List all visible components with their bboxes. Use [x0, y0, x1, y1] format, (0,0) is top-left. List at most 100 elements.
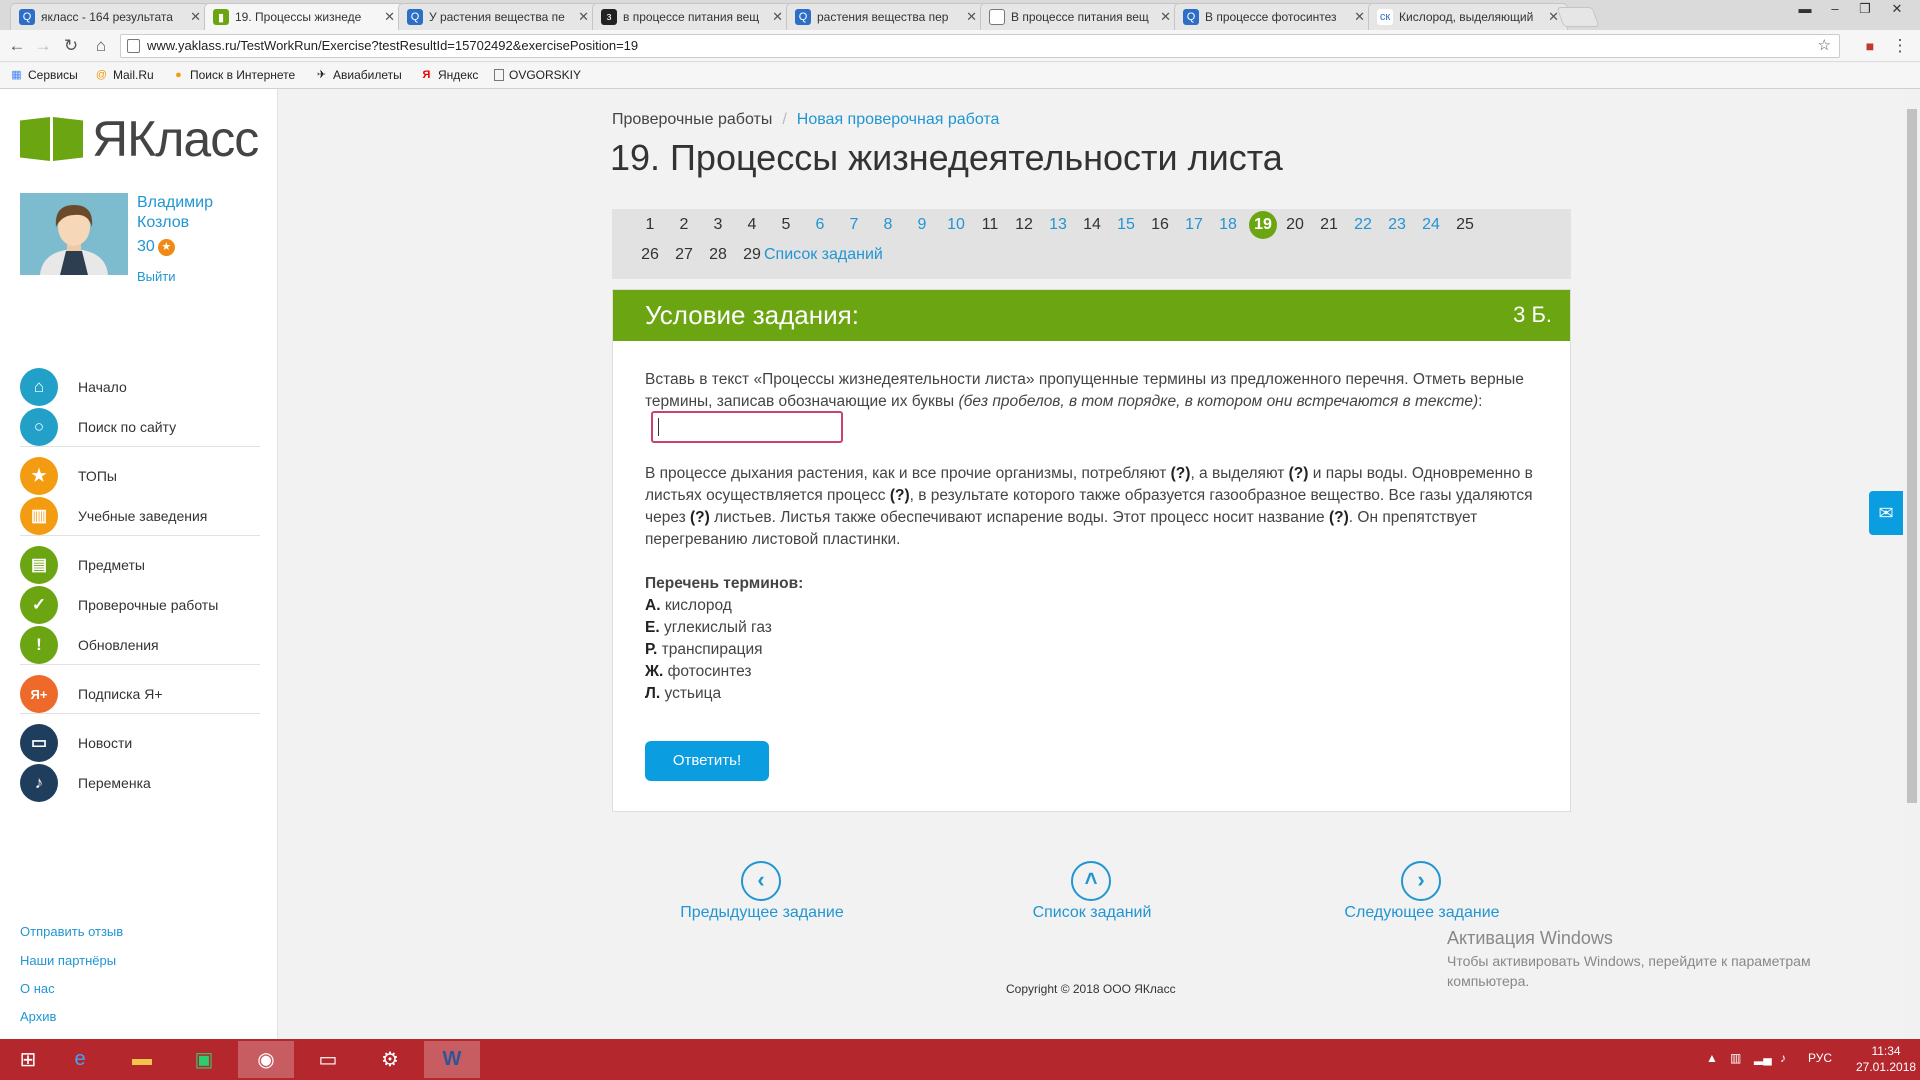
sidebar-item[interactable]: ! Обновления	[20, 625, 260, 665]
pager-task-link[interactable]: 26	[637, 242, 663, 268]
tab-close-icon[interactable]: ✕	[190, 9, 201, 25]
sidebar-item[interactable]: ⌂ Начало	[20, 367, 260, 407]
tab-close-icon[interactable]: ✕	[1354, 9, 1365, 25]
image-viewer-icon[interactable]: ▭	[300, 1041, 356, 1078]
prev-task-link[interactable]: Предыдущее задание	[652, 904, 872, 922]
pager-task-link[interactable]: 9	[909, 212, 935, 238]
bookmark-search[interactable]: ● Поиск в Интернете	[172, 68, 295, 82]
task-list-bottom-link[interactable]: Список заданий	[982, 904, 1202, 922]
pager-task-link[interactable]: 27	[671, 242, 697, 268]
pager-task-link[interactable]: 15	[1113, 212, 1139, 238]
bookmark-star-icon[interactable]: ☆	[1818, 35, 1831, 57]
menu-dots-icon[interactable]: ⋮	[1890, 36, 1910, 56]
logout-link[interactable]: Выйти	[137, 269, 176, 284]
archive-link[interactable]: Архив	[20, 1009, 56, 1024]
tray-arrow-icon[interactable]: ▲	[1706, 1051, 1718, 1065]
mail-feedback-icon[interactable]: ✉	[1869, 491, 1903, 535]
sidebar-item[interactable]: ✓ Проверочные работы	[20, 585, 260, 625]
pager-task-link[interactable]: 14	[1079, 212, 1105, 238]
bookmark-services[interactable]: ▦ Сервисы	[10, 68, 77, 82]
sidebar-item[interactable]: ▥ Учебные заведения	[20, 496, 260, 536]
pager-task-link[interactable]: 4	[739, 212, 765, 238]
submit-answer-button[interactable]: Ответить!	[645, 741, 769, 781]
yaklass-logo[interactable]: ЯКласс	[20, 114, 259, 164]
store-icon[interactable]: ▣	[176, 1041, 232, 1078]
feedback-link[interactable]: Отправить отзыв	[20, 924, 123, 939]
sidebar-item[interactable]: ▭ Новости	[20, 723, 260, 763]
browser-tab[interactable]: QУ растения вещества пе ✕	[398, 3, 598, 30]
pager-task-link[interactable]: 16	[1147, 212, 1173, 238]
browser-tab[interactable]: ▮ 19. Процессы жизнеде ✕	[204, 3, 404, 30]
home-icon[interactable]: ⌂	[91, 36, 111, 56]
about-link[interactable]: О нас	[20, 981, 55, 996]
sidebar-item[interactable]: Я+ Подписка Я+	[20, 674, 260, 714]
pager-task-link[interactable]: 8	[875, 212, 901, 238]
pager-task-link[interactable]: 2	[671, 212, 697, 238]
pager-task-link[interactable]: 22	[1350, 212, 1376, 238]
browser-tab[interactable]: зв процессе питания вещ ✕	[592, 3, 792, 30]
word-icon[interactable]: W	[424, 1041, 480, 1078]
pager-task-link[interactable]: 5	[773, 212, 799, 238]
pager-task-link[interactable]: 23	[1384, 212, 1410, 238]
pager-task-link[interactable]: 24	[1418, 212, 1444, 238]
breadcrumb-new-test[interactable]: Новая проверочная работа	[797, 111, 1000, 128]
sidebar-item[interactable]: ▤ Предметы	[20, 545, 260, 585]
restore-button[interactable]: ❐	[1850, 0, 1880, 20]
pager-task-link[interactable]: 29	[739, 242, 765, 268]
task-list-icon[interactable]: ˄	[1071, 861, 1111, 901]
pager-task-link[interactable]: 19	[1249, 211, 1277, 239]
user-icon[interactable]: ▬	[1790, 0, 1820, 20]
pager-task-link[interactable]: 21	[1316, 212, 1342, 238]
pager-task-link[interactable]: 25	[1452, 212, 1478, 238]
task-list-link[interactable]: Список заданий	[764, 242, 883, 268]
tray-signal-icon[interactable]: ▂▄	[1754, 1051, 1772, 1065]
reload-icon[interactable]: ↻	[61, 36, 81, 56]
browser-tab[interactable]: Qрастения вещества пер ✕	[786, 3, 986, 30]
browser-tab[interactable]: ▯ В процессе питания вещ ✕	[980, 3, 1180, 30]
internet-explorer-icon[interactable]: e	[52, 1041, 108, 1078]
page-info-icon[interactable]	[127, 39, 140, 53]
forward-arrow-icon[interactable]: →	[33, 36, 53, 56]
close-window-button[interactable]: ✕	[1882, 0, 1912, 20]
back-arrow-icon[interactable]: ←	[7, 36, 27, 56]
file-explorer-icon[interactable]: ▬	[114, 1041, 170, 1078]
extension-icon[interactable]: ■	[1860, 36, 1880, 56]
pager-task-link[interactable]: 17	[1181, 212, 1207, 238]
prev-task-icon[interactable]: ‹	[741, 861, 781, 901]
tab-close-icon[interactable]: ✕	[578, 9, 589, 25]
scroll-thumb[interactable]	[1907, 109, 1917, 803]
url-field[interactable]: www.yaklass.ru/TestWorkRun/Exercise?test…	[120, 34, 1840, 58]
next-task-link[interactable]: Следующее задание	[1312, 904, 1532, 922]
user-name-link[interactable]: Владимир Козлов	[137, 193, 267, 233]
bookmark-mailru[interactable]: @ Mail.Ru	[95, 68, 154, 82]
new-tab-button[interactable]	[1556, 7, 1600, 27]
avatar[interactable]	[20, 193, 128, 275]
pager-task-link[interactable]: 6	[807, 212, 833, 238]
sidebar-item[interactable]: ♪ Переменка	[20, 763, 260, 803]
tray-network-icon[interactable]: ▥	[1730, 1051, 1741, 1065]
partners-link[interactable]: Наши партнёры	[20, 953, 116, 968]
pager-task-link[interactable]: 7	[841, 212, 867, 238]
pager-task-link[interactable]: 20	[1282, 212, 1308, 238]
tray-clock[interactable]: 11:34 27.01.2018	[1856, 1043, 1916, 1075]
tab-close-icon[interactable]: ✕	[966, 9, 977, 25]
windows-start-icon[interactable]: ⊞	[0, 1041, 56, 1078]
pager-task-link[interactable]: 10	[943, 212, 969, 238]
pager-task-link[interactable]: 28	[705, 242, 731, 268]
tab-close-icon[interactable]: ✕	[1160, 9, 1171, 25]
browser-tab[interactable]: Qякласс - 164 результата ✕	[10, 3, 210, 30]
pager-task-link[interactable]: 3	[705, 212, 731, 238]
pager-task-link[interactable]: 11	[977, 212, 1003, 238]
tab-close-icon[interactable]: ✕	[384, 9, 395, 25]
browser-tab[interactable]: ск Кислород, выделяющий ✕	[1368, 3, 1568, 30]
pager-task-link[interactable]: 18	[1215, 212, 1241, 238]
sidebar-item[interactable]: ○ Поиск по сайту	[20, 407, 260, 447]
pager-task-link[interactable]: 12	[1011, 212, 1037, 238]
steam-icon[interactable]: ⚙	[362, 1041, 418, 1078]
tray-language[interactable]: РУС	[1808, 1051, 1832, 1065]
sidebar-item[interactable]: ★ ТОПы	[20, 456, 260, 496]
pager-task-link[interactable]: 13	[1045, 212, 1071, 238]
next-task-icon[interactable]: ›	[1401, 861, 1441, 901]
chrome-icon[interactable]: ◉	[238, 1041, 294, 1078]
tab-close-icon[interactable]: ✕	[772, 9, 783, 25]
